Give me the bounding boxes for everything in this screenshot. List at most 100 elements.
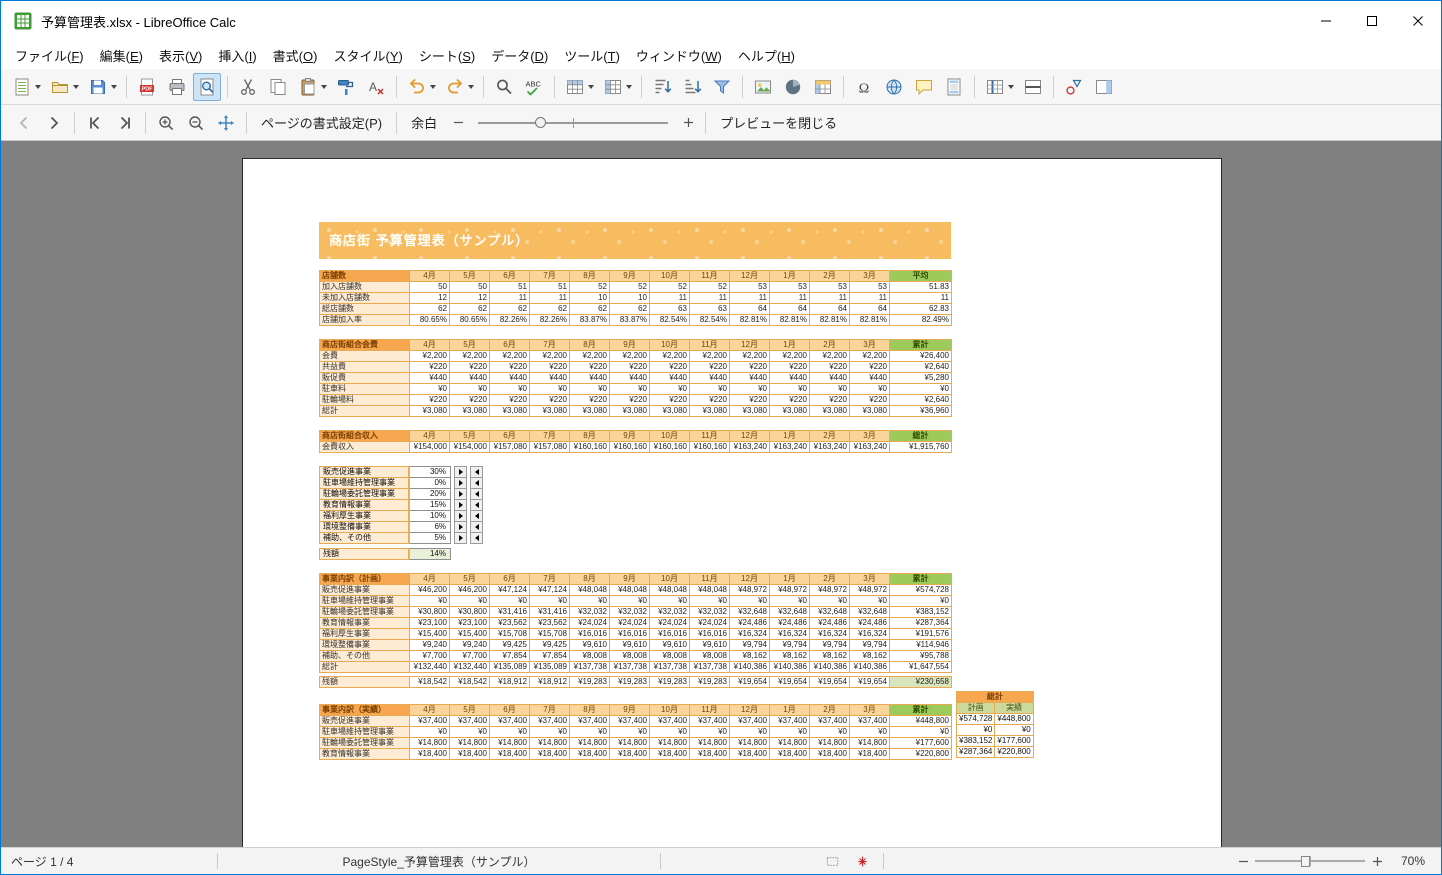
insert-row-button[interactable]	[561, 73, 597, 101]
document-modified-icon[interactable]	[853, 852, 871, 870]
redo-button[interactable]	[441, 73, 477, 101]
zoom-slider[interactable]	[1255, 853, 1365, 869]
margins-button[interactable]: 余白	[402, 109, 446, 136]
cell-value: ¥18,400	[729, 748, 770, 760]
cell-value: ¥37,400	[449, 715, 490, 727]
selection-mode-icon[interactable]	[823, 852, 841, 870]
close-button[interactable]	[1395, 1, 1441, 41]
dropdown-caret-icon[interactable]	[35, 84, 41, 89]
cell-value: ¥18,400	[609, 748, 650, 760]
menu-help[interactable]: ヘルプ(H)	[730, 43, 803, 68]
insert-hyperlink-button[interactable]	[880, 73, 908, 101]
cell-value: ¥16,324	[729, 628, 770, 640]
split-window-button[interactable]	[1019, 73, 1047, 101]
menu-file[interactable]: ファイル(F)	[7, 43, 92, 68]
dropdown-caret-icon[interactable]	[1008, 84, 1014, 89]
first-page-button[interactable]	[81, 109, 109, 137]
paste-button[interactable]	[294, 73, 330, 101]
show-draw-functions-button[interactable]	[1060, 73, 1088, 101]
insert-comment-button[interactable]	[910, 73, 938, 101]
open-button[interactable]	[46, 73, 82, 101]
format-page-button[interactable]: ページの書式設定(P)	[252, 109, 391, 136]
insert-column-button[interactable]	[599, 73, 635, 101]
insert-pivot-table-button[interactable]	[809, 73, 837, 101]
undo-button[interactable]	[403, 73, 439, 101]
cell-value: ¥0	[449, 383, 490, 395]
zoom-slider-thumb[interactable]	[1301, 856, 1311, 867]
menu-data[interactable]: データ(D)	[483, 43, 556, 68]
cell-value: ¥7,700	[409, 650, 450, 662]
zoom-out-icon	[185, 112, 207, 134]
zoom-out-icon[interactable]	[1235, 853, 1251, 869]
menu-window[interactable]: ウィンドウ(W)	[628, 43, 730, 68]
full-screen-button[interactable]	[212, 109, 240, 137]
cell-value: ¥0	[489, 595, 530, 607]
dropdown-caret-icon[interactable]	[626, 84, 632, 89]
headers-footers-button[interactable]	[940, 73, 968, 101]
dropdown-caret-icon[interactable]	[468, 84, 474, 89]
menu-edit[interactable]: 編集(E)	[92, 43, 151, 68]
clear-formatting-button[interactable]: A	[362, 73, 390, 101]
cell-value: ¥0	[689, 383, 730, 395]
zoom-out-button[interactable]	[182, 109, 210, 137]
preview-zoom-increase-icon[interactable]	[680, 115, 696, 131]
freeze-panes-button[interactable]	[981, 73, 1017, 101]
new-document-button[interactable]	[8, 73, 44, 101]
maximize-button[interactable]	[1349, 1, 1395, 41]
print-button[interactable]	[163, 73, 191, 101]
cut-button[interactable]	[234, 73, 262, 101]
clone-formatting-button[interactable]	[332, 73, 360, 101]
minimize-button[interactable]	[1303, 1, 1349, 41]
print-preview-button[interactable]	[193, 72, 221, 101]
side-column-header: 実績	[994, 702, 1034, 714]
dropdown-caret-icon[interactable]	[321, 84, 327, 89]
zoom-in-icon[interactable]	[1369, 853, 1385, 869]
insert-chart-button[interactable]	[779, 73, 807, 101]
zoom-in-button[interactable]	[152, 109, 180, 137]
cell-value: ¥0	[849, 595, 890, 607]
sort-descending-button[interactable]	[678, 73, 706, 101]
cell-value: ¥2,200	[689, 350, 730, 362]
next-page-button[interactable]	[40, 109, 68, 137]
last-page-button[interactable]	[111, 109, 139, 137]
menu-sheet[interactable]: シート(S)	[411, 43, 483, 68]
save-button[interactable]	[84, 73, 120, 101]
autofilter-button[interactable]	[708, 73, 736, 101]
month-header: 12月	[729, 339, 770, 351]
cell-value: ¥2,200	[529, 350, 570, 362]
menu-view[interactable]: 表示(V)	[151, 43, 210, 68]
export-pdf-button[interactable]: PDF	[133, 73, 161, 101]
special-character-button[interactable]: Ω	[850, 73, 878, 101]
cell-value: ¥137,738	[569, 661, 610, 673]
dropdown-caret-icon[interactable]	[588, 84, 594, 89]
dropdown-caret-icon[interactable]	[73, 84, 79, 89]
copy-button[interactable]	[264, 73, 292, 101]
cell-value: ¥0	[729, 383, 770, 395]
cell-value: ¥0	[529, 726, 570, 738]
menu-styles[interactable]: スタイル(Y)	[325, 43, 410, 68]
cell-value: 62	[409, 303, 450, 315]
menu-insert[interactable]: 挿入(I)	[210, 43, 264, 68]
find-replace-icon	[493, 76, 515, 98]
preview-zoom-decrease-icon[interactable]	[450, 115, 466, 131]
cell-value: ¥0	[569, 595, 610, 607]
menu-format[interactable]: 書式(O)	[265, 43, 326, 68]
sidebar-button[interactable]	[1090, 73, 1118, 101]
sort-ascending-button[interactable]	[648, 73, 676, 101]
table-row: 総計 ¥132,440 ¥132,440 ¥135,089 ¥135,089 ¥137,7…	[319, 661, 952, 673]
dropdown-caret-icon[interactable]	[430, 84, 436, 89]
spelling-button[interactable]: ABC	[520, 73, 548, 101]
menu-tools[interactable]: ツール(T)	[556, 43, 628, 68]
close-preview-button[interactable]: プレビューを閉じる	[711, 109, 846, 136]
cell-value: ¥18,912	[489, 676, 530, 688]
table-row: 販売促進事業 ¥37,400 ¥37,400 ¥37,400 ¥37,400 ¥37,40…	[319, 715, 952, 727]
slider-thumb[interactable]	[535, 116, 547, 128]
cell-value: ¥9,794	[729, 639, 770, 651]
print-preview-icon	[196, 76, 218, 98]
dropdown-caret-icon[interactable]	[111, 84, 117, 89]
find-replace-button[interactable]	[490, 73, 518, 101]
preview-zoom-slider[interactable]	[478, 113, 669, 133]
previous-page-button[interactable]	[10, 109, 38, 137]
cell-value: ¥220,800	[994, 746, 1034, 758]
insert-image-button[interactable]	[749, 73, 777, 101]
